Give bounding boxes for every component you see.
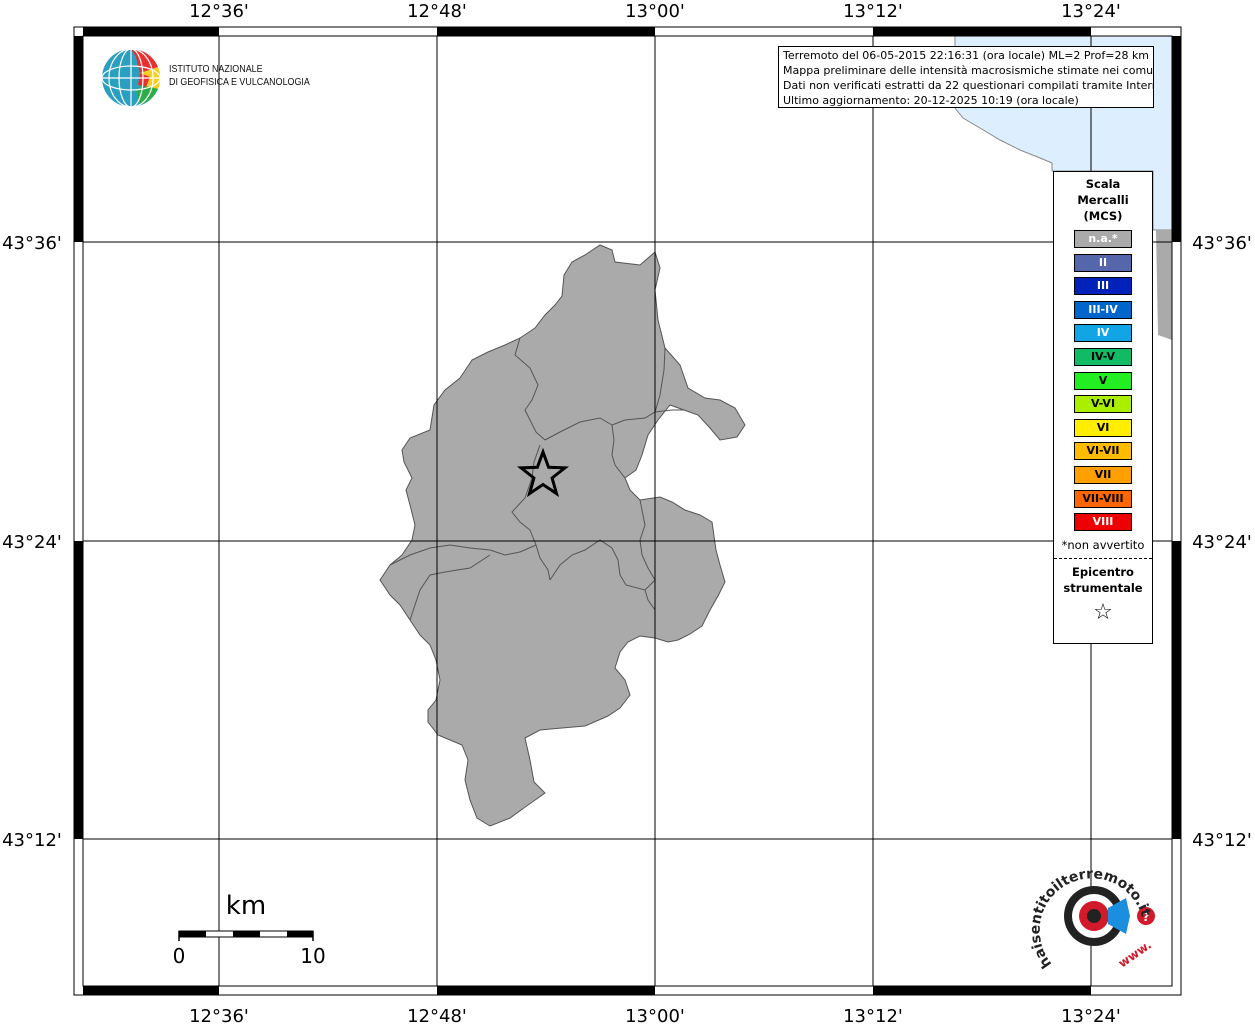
lat-label-right-2: 43°24'	[1192, 532, 1252, 553]
legend-item-iv-v: IV-V	[1074, 347, 1132, 366]
lat-label-left-2: 43°24'	[2, 532, 62, 553]
hst-logo: ? haisentitoilterremoto.it www.	[1028, 856, 1165, 981]
ingv-name-line2: DI GEOFISICA E VULCANOLOGIA	[169, 76, 310, 88]
ingv-name-line1: ISTITUTO NAZIONALE	[169, 63, 263, 75]
event-info-line: Terremoto del 06-05-2015 22:16:31 (ora l…	[783, 49, 1150, 62]
legend-item-iii-iv: III-IV	[1074, 300, 1132, 319]
lat-label-left-3: 43°12'	[2, 830, 62, 851]
legend-item-viii: VIII	[1074, 513, 1132, 532]
lon-label-bottom-2: 12°48'	[407, 1006, 467, 1024]
event-info-line: Mappa preliminare delle intensità macros…	[783, 64, 1154, 77]
legend-epicenter-line: strumentale	[1063, 581, 1143, 596]
legend-item-vi-vii: VI-VII	[1074, 442, 1132, 461]
scale-unit-label: km	[226, 891, 266, 921]
lon-label-top-4: 13°12'	[843, 1, 903, 22]
legend-item-iv: IV	[1074, 324, 1132, 343]
lat-label-right-3: 43°12'	[1192, 830, 1252, 851]
legend-item-vii-viii: VII-VIII	[1074, 489, 1132, 508]
ingv-logo: ISTITUTO NAZIONALE DI GEOFISICA E VULCAN…	[100, 47, 330, 111]
legend-item-v: V	[1074, 371, 1132, 390]
hst-logo-prefix: www.	[1116, 938, 1154, 971]
legend-items: n.a.* II III III-IV IV IV-V V V-VI VI VI-VII VII VI…	[1054, 230, 1152, 532]
legend-note: *non avvertito	[1061, 538, 1145, 553]
event-info-box: Terremoto del 06-05-2015 22:16:31 (ora l…	[778, 46, 1154, 108]
legend-item-v-vi: V-VI	[1074, 395, 1132, 414]
legend-item-vii: VII	[1074, 465, 1132, 484]
lon-label-bottom-4: 13°12'	[843, 1006, 903, 1024]
legend-title: Scala Mercalli (MCS)	[1054, 176, 1152, 224]
legend-title-line: Mercalli	[1077, 193, 1129, 207]
coastline-land	[1156, 230, 1172, 340]
lon-label-top-3: 13°00'	[625, 1, 685, 22]
event-info-line: Dati non verificati estratti da 22 quest…	[783, 79, 1154, 92]
legend-title-line: (MCS)	[1083, 209, 1123, 223]
legend-item-n-a: n.a.*	[1074, 230, 1132, 248]
scale-max-label: 10	[300, 944, 325, 968]
scale-min-label: 0	[173, 944, 186, 968]
legend-title-line: Scala	[1085, 177, 1121, 191]
legend-item-ii: II	[1074, 253, 1132, 272]
hst-seismo-icon: ? haisentitoilterremoto.it www.	[1028, 866, 1155, 971]
scale-bar: km 0 10	[173, 891, 326, 968]
lat-label-right-1: 43°36'	[1192, 233, 1252, 254]
legend-epicenter-label: Epicentro strumentale	[1054, 564, 1152, 596]
legend-separator	[1054, 558, 1152, 560]
lon-label-bottom-3: 13°00'	[625, 1006, 685, 1024]
event-info-line: Ultimo aggiornamento: 20-12-2025 10:19 (…	[783, 94, 1079, 107]
lon-label-bottom-5: 13°24'	[1061, 1006, 1121, 1024]
lon-label-top-2: 12°48'	[407, 1, 467, 22]
municipality-polygon	[379, 244, 746, 827]
ingv-globe-icon	[101, 48, 161, 108]
legend-epicenter-line: Epicentro	[1072, 565, 1134, 580]
legend-item-vi: VI	[1074, 418, 1132, 437]
municipalities	[379, 244, 746, 827]
lat-label-left-1: 43°36'	[2, 233, 62, 254]
lon-label-bottom-1: 12°36'	[189, 1006, 249, 1024]
legend-star-icon: ☆	[1093, 600, 1113, 626]
lon-label-top-1: 12°36'	[189, 1, 249, 22]
lon-label-top-5: 13°24'	[1061, 1, 1121, 22]
legend-item-iii: III	[1074, 277, 1132, 296]
mcs-legend: Scala Mercalli (MCS) n.a.* II III III-IV IV I…	[1053, 171, 1153, 644]
